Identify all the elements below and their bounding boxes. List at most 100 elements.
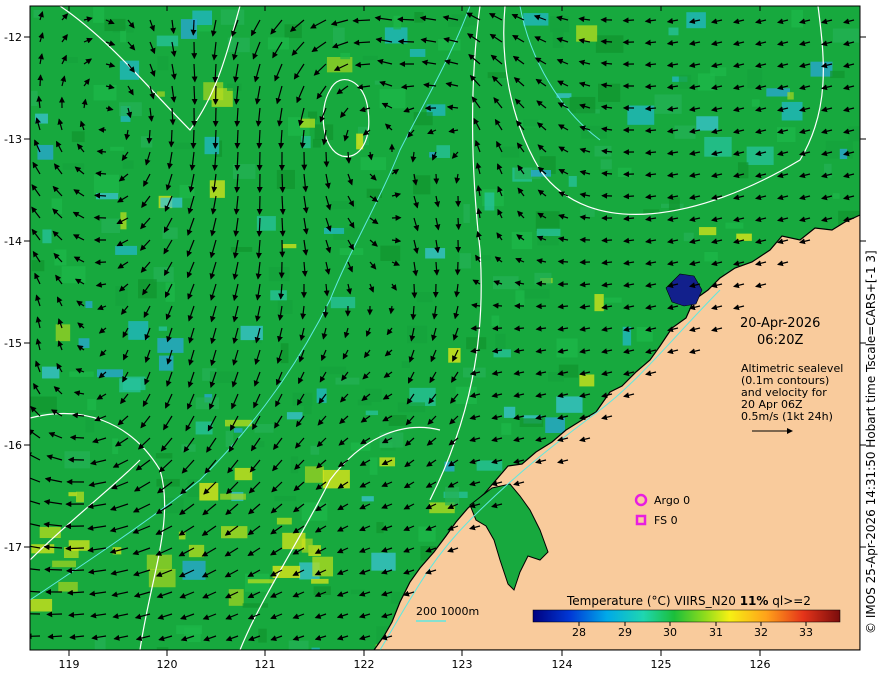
velocity-arrow: [492, 302, 503, 309]
sst-patch: [220, 9, 245, 25]
sst-patch: [158, 326, 167, 331]
sst-patch: [94, 636, 106, 650]
sst-patch: [68, 492, 77, 497]
sst-patch: [304, 466, 324, 483]
velocity-arrow: [433, 173, 440, 185]
sst-patch: [160, 197, 183, 208]
sst-patch: [777, 127, 796, 143]
sst-patch: [211, 88, 233, 107]
velocity-arrow: [397, 38, 415, 45]
sst-patch: [698, 227, 717, 236]
velocity-arrow: [279, 173, 286, 193]
temperature-colorbar: [532, 609, 841, 623]
velocity-arrow: [168, 129, 175, 148]
sst-patch: [448, 348, 461, 363]
sst-patch: [157, 56, 169, 71]
sst-patch: [696, 116, 719, 131]
sst-patch: [791, 9, 803, 28]
sst-patch: [576, 25, 598, 42]
sst-patch: [674, 125, 696, 139]
sst-patch: [595, 35, 624, 53]
sst-patch: [162, 227, 178, 239]
sst-patch: [459, 253, 471, 269]
sst-patch: [463, 204, 470, 223]
sst-patch: [751, 99, 760, 107]
sst-patch: [119, 60, 140, 80]
sst-patch: [311, 578, 329, 584]
sst-patch: [810, 61, 833, 77]
sst-patch: [276, 517, 292, 525]
sst-patch: [110, 146, 125, 151]
lon-tick-label: 120: [157, 658, 178, 671]
velocity-arrow: [492, 325, 503, 332]
sst-patch: [258, 441, 265, 448]
sst-patch: [188, 544, 205, 558]
sst-patch: [179, 184, 195, 199]
velocity-arrow: [190, 129, 197, 149]
sst-patch: [31, 544, 55, 554]
lat-tick-label: -12: [4, 31, 22, 44]
sst-patch: [87, 398, 97, 411]
sst-patch: [848, 126, 860, 142]
colorbar-title: Temperature (°C) VIIRS_N20 11% ql>=2: [566, 594, 811, 608]
sst-patch: [484, 192, 495, 211]
sst-patch: [522, 119, 539, 127]
velocity-arrow: [557, 258, 569, 265]
sst-patch: [30, 598, 53, 612]
sst-patch: [604, 297, 622, 303]
sst-patch: [511, 231, 533, 250]
sst-patch: [204, 136, 220, 155]
sst-patch: [704, 251, 718, 262]
sst-patch: [268, 267, 290, 282]
colorbar-tick-label: 28: [572, 626, 586, 639]
sst-patch: [436, 145, 450, 158]
sst-patch: [62, 163, 85, 170]
sst-patch: [311, 647, 320, 650]
sst-map-figure: 119 120 121 122 123 124 125 126 -12 -13 -14 -15 -16…: [4, 5, 866, 671]
velocity-arrow: [94, 259, 107, 266]
sst-patch: [115, 245, 138, 255]
sst-patch: [416, 291, 433, 303]
sst-patch: [270, 290, 287, 301]
colorbar-tick-label: 31: [709, 626, 723, 639]
sst-patch: [310, 445, 320, 455]
velocity-arrow: [190, 19, 197, 36]
velocity-arrow: [535, 280, 547, 287]
sst-patch: [448, 18, 470, 27]
sst-patch: [286, 412, 303, 420]
map-plot-area: [30, 6, 860, 650]
sst-patch: [146, 554, 172, 570]
sst-patch: [233, 428, 243, 433]
sst-patch: [39, 526, 61, 539]
sst-patch: [254, 424, 274, 433]
sst-patch: [247, 579, 275, 584]
sst-patch: [371, 552, 396, 571]
sst-patch: [122, 376, 146, 391]
sst-patch: [228, 589, 244, 606]
velocity-arrow: [69, 434, 85, 441]
sst-patch: [522, 288, 550, 299]
sst-patch: [165, 282, 175, 302]
sst-patch: [209, 180, 225, 198]
velocity-arrow: [65, 567, 85, 574]
lon-tick-label: 119: [59, 658, 80, 671]
lat-tick-label: -16: [4, 439, 22, 452]
sst-patch: [361, 496, 374, 502]
sst-patch: [312, 556, 334, 577]
sst-patch: [69, 371, 94, 377]
lat-tick-label: -14: [4, 235, 22, 248]
sst-patch: [324, 227, 345, 234]
sst-patch: [180, 19, 198, 39]
sst-patch: [54, 249, 67, 266]
sst-patch: [668, 27, 679, 36]
sst-patch: [173, 142, 195, 150]
sst-patch: [37, 144, 54, 160]
sst-patch: [704, 136, 732, 157]
sst-patch: [476, 460, 503, 471]
velocity-arrow: [234, 129, 241, 149]
sst-patch: [155, 453, 173, 459]
sst-patch: [413, 175, 431, 195]
sst-patch: [290, 456, 299, 474]
sst-patch: [397, 402, 426, 413]
velocity-arrow: [37, 74, 44, 87]
